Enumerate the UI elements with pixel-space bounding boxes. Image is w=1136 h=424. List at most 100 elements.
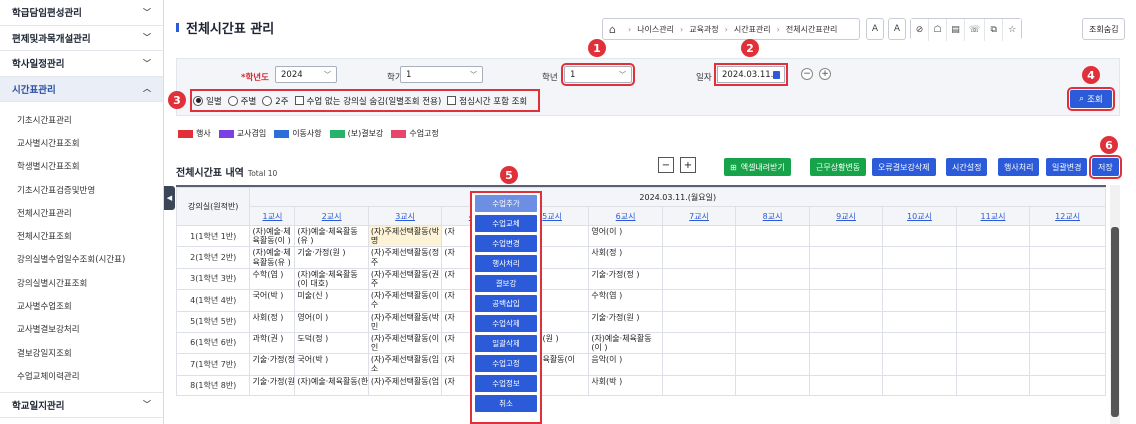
sidebar-item-room-days[interactable]: 강의실별수업일수조회(시간표) (0, 248, 163, 271)
work-status-button[interactable]: 근무상황변동 (810, 158, 867, 176)
lesson-cell[interactable] (735, 353, 810, 376)
lesson-cell[interactable]: (자)예술·체육활동(이 대호) (294, 267, 369, 291)
period-header[interactable]: 2교시 (294, 206, 369, 226)
lesson-cell[interactable] (882, 374, 957, 397)
lesson-cell[interactable]: 국어(박 ) (294, 353, 369, 376)
lesson-cell[interactable] (735, 246, 810, 269)
grade-select[interactable]: 1 ﹀ (561, 63, 635, 86)
lesson-cell[interactable]: (자)예술·체육활동(이 ) (588, 331, 663, 355)
lesson-cell[interactable] (661, 353, 737, 376)
sidebar-item-student-timetable[interactable]: 학생별시간표조회 (0, 155, 163, 178)
menu-item-delete-lesson[interactable]: 수업삭제 (475, 315, 537, 332)
menu-item-bulk-delete[interactable]: 일괄삭제 (475, 335, 537, 352)
lesson-cell[interactable]: 기술·가정(원 ) (294, 246, 369, 269)
menu-item-fix-lesson[interactable]: 수업고정 (475, 355, 537, 372)
lesson-cell[interactable] (955, 374, 1031, 397)
lesson-cell[interactable] (882, 289, 957, 312)
option-daily[interactable]: 일별 (193, 95, 222, 107)
period-header[interactable]: 12교시 (1029, 206, 1106, 226)
lesson-cell[interactable]: 도덕(정 ) (294, 331, 369, 355)
lesson-cell[interactable]: 사회(정 ) (588, 246, 663, 269)
period-header[interactable]: 1교시 (249, 206, 296, 226)
lesson-cell[interactable] (1029, 289, 1106, 312)
vertical-scrollbar[interactable] (1110, 185, 1120, 424)
font-smaller-button[interactable]: A (866, 18, 884, 40)
lesson-cell[interactable]: 기술·가정(원 ) (249, 374, 296, 397)
window-icon[interactable]: ⧉ (985, 19, 1004, 41)
lesson-cell[interactable] (882, 353, 957, 376)
lesson-cell[interactable] (808, 310, 884, 333)
excel-download-button[interactable]: ⊞ 엑셀내려받기 (724, 158, 791, 176)
sidebar-item-teacher-timetable[interactable]: 교사별시간표조회 (0, 131, 163, 154)
option-hide-empty-rooms[interactable]: 수업 없는 강의실 숨김(일별조회 전용) (294, 95, 441, 107)
period-header[interactable]: 9교시 (808, 206, 884, 226)
lesson-cell[interactable] (735, 310, 810, 333)
lesson-cell[interactable] (882, 310, 957, 333)
lesson-cell[interactable]: (자)주제선택활동(엄 ) (367, 374, 443, 397)
lesson-cell[interactable] (808, 246, 884, 269)
sidebar-item-teacher-substitute[interactable]: 교사별결보강처리 (0, 318, 163, 341)
menu-teacher-assign[interactable]: 학급담임편성관리 ﹀ (0, 0, 163, 26)
lesson-cell[interactable]: 국어(박 ) (249, 289, 296, 312)
prev-date-button[interactable]: − (801, 68, 813, 80)
lesson-cell[interactable] (661, 310, 737, 333)
lesson-cell[interactable] (735, 224, 810, 248)
menu-item-lesson-info[interactable]: 수업정보 (475, 375, 537, 392)
lesson-cell[interactable] (661, 246, 737, 269)
lesson-cell[interactable] (808, 289, 884, 312)
lesson-cell[interactable] (955, 310, 1031, 333)
lesson-cell[interactable]: (자)주제선택활동(이 인 (367, 331, 443, 355)
scrollbar-thumb[interactable] (1111, 227, 1119, 417)
lesson-cell[interactable] (1029, 267, 1106, 291)
lesson-cell[interactable]: 영어(이 ) (588, 224, 663, 248)
lesson-cell[interactable] (1029, 246, 1106, 269)
zoom-out-button[interactable]: − (658, 157, 674, 173)
lesson-cell[interactable] (808, 267, 884, 291)
document-icon[interactable]: ▤ (947, 19, 965, 41)
period-header[interactable]: 8교시 (735, 206, 810, 226)
lesson-cell[interactable]: (자)예술·체육활동(이 ) (249, 224, 296, 248)
radio-daily[interactable] (193, 95, 203, 106)
lesson-cell[interactable]: (자)주제선택활동(임 소 (367, 353, 443, 376)
lesson-cell[interactable] (661, 289, 737, 312)
lesson-cell[interactable] (955, 331, 1031, 355)
lesson-cell[interactable]: (자)주제선택활동(권 주 (367, 267, 443, 291)
year-select[interactable]: 2024 ﹀ (275, 66, 337, 83)
lesson-cell[interactable]: (자)주제선택활동(정 주 (367, 246, 443, 269)
lesson-cell[interactable]: 음악(이 ) (588, 353, 663, 376)
sidebar-item-verify-timetable[interactable]: 기초시간표검증및반영 (0, 178, 163, 201)
lesson-cell[interactable] (882, 267, 957, 291)
period-header[interactable]: 6교시 (588, 206, 663, 226)
lesson-cell[interactable]: (자)예술·체육활동(한 ) (294, 374, 369, 397)
lesson-cell[interactable] (808, 374, 884, 397)
lesson-cell[interactable] (882, 224, 957, 248)
sidebar-item-swap-history[interactable]: 수업교체이력관리 (0, 364, 163, 387)
lesson-cell[interactable]: 사회(박 ) (588, 374, 663, 397)
lesson-cell[interactable] (808, 353, 884, 376)
sidebar-collapse-button[interactable]: ◀ (164, 186, 175, 210)
period-header[interactable]: 3교시 (367, 206, 443, 226)
lesson-cell[interactable] (735, 267, 810, 291)
period-header[interactable]: 7교시 (661, 206, 737, 226)
bulk-change-button[interactable]: 일괄변경 (1046, 158, 1088, 176)
period-header[interactable]: 11교시 (955, 206, 1031, 226)
radio-weekly[interactable] (227, 95, 238, 106)
sidebar-item-basic-timetable[interactable]: 기초시간표관리 (0, 108, 163, 131)
lesson-cell[interactable] (1029, 374, 1106, 397)
next-date-button[interactable]: + (819, 68, 831, 80)
lesson-cell[interactable] (1029, 224, 1106, 248)
calendar-icon[interactable] (773, 70, 780, 79)
lesson-cell[interactable] (1029, 353, 1106, 376)
menu-item-event[interactable]: 행사처리 (475, 255, 537, 272)
checkbox-hide-empty-rooms[interactable] (294, 96, 304, 105)
lesson-cell[interactable] (735, 331, 810, 355)
lesson-cell[interactable]: (자)주제선택활동(박 명 (367, 224, 443, 248)
sidebar-item-room-timetable[interactable]: 강의실별시간표조회 (0, 271, 163, 294)
lesson-cell[interactable] (882, 331, 957, 355)
lesson-cell[interactable] (661, 374, 737, 397)
menu-item-cancel[interactable]: 취소 (475, 395, 537, 412)
date-input[interactable]: 2024.03.11. (714, 63, 788, 86)
menu-curriculum[interactable]: 편제및과목개설관리 ﹀ (0, 26, 163, 51)
chat-icon[interactable]: ☖ (929, 19, 947, 41)
lesson-cell[interactable] (735, 289, 810, 312)
